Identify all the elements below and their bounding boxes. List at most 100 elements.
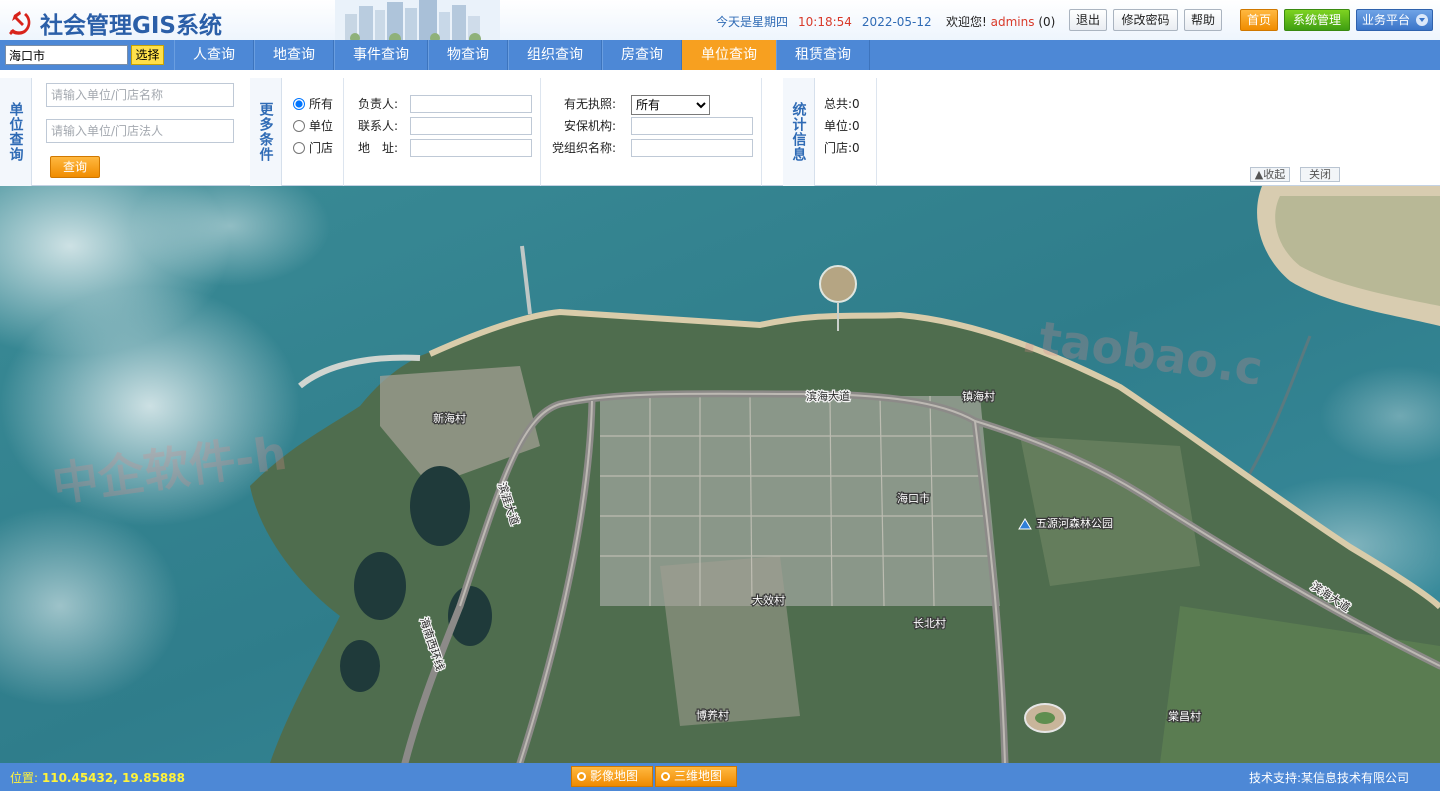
radio-all[interactable]: 所有: [293, 95, 333, 112]
username[interactable]: admins: [991, 15, 1035, 29]
unit-name-input[interactable]: [46, 83, 234, 107]
radio-unit-input[interactable]: [293, 119, 305, 132]
security-agency-label: 安保机构:: [563, 119, 616, 133]
unit-query-section-label: 单位查询: [0, 78, 32, 186]
weekday-text: 今天是星期四: [716, 15, 789, 29]
stat-total-label: 总共:: [824, 97, 853, 111]
stat-unit-value: 0: [852, 119, 860, 133]
urban-core: [600, 396, 1000, 606]
current-date: 2022-05-12: [861, 15, 932, 29]
place-label-haikou: 海口市: [897, 491, 930, 505]
tab-organization-query[interactable]: 组织查询: [508, 40, 602, 70]
radio-store[interactable]: 门店: [293, 139, 333, 156]
more-conditions-title: 更多条件: [257, 102, 274, 162]
stat-total-value: 0: [852, 97, 860, 111]
map-canvas[interactable]: 中企软件-h .taobao.c 滨海大道 滨海大道 滨涯大道 海南西环线 新海…: [0, 186, 1440, 763]
satellite-map-label: 影像地图: [590, 769, 639, 783]
radio-store-input[interactable]: [293, 141, 305, 154]
business-platform-label: 业务平台: [1362, 13, 1411, 27]
place-label-zhenhai: 镇海村: [962, 389, 995, 403]
header-buildings-banner: [335, 0, 500, 40]
responsible-person-label: 负责人:: [357, 97, 398, 111]
stat-unit-label: 单位:: [824, 119, 853, 133]
position-value: 110.45432, 19.85888: [41, 771, 185, 785]
stadium-field: [1035, 712, 1055, 724]
satellite-map-button[interactable]: 影像地图: [571, 766, 653, 787]
unit-query-panel: 单位查询 查询 更多条件 所有 单位 门店 负责人: 联系人: 地 址: 有无执…: [0, 70, 1440, 186]
party-emblem-icon: [9, 11, 31, 35]
satellite-map[interactable]: 中企软件-h .taobao.c 滨海大道 滨海大道 滨涯大道 海南西环线 新海…: [0, 186, 1440, 763]
tab-person-query[interactable]: 人查询: [174, 40, 254, 70]
party-org-label: 党组织名称:: [551, 141, 616, 155]
stats-section-label: 统计信息: [783, 78, 815, 186]
radio-unit-label: 单位: [309, 119, 334, 133]
collapse-label: 收起: [1263, 168, 1286, 181]
tab-unit-query[interactable]: 单位查询: [682, 40, 776, 70]
status-bar: 位置: 110.45432, 19.85888 影像地图 三维地图 技术支持:某…: [0, 763, 1440, 791]
place-label-tangchang: 棠昌村: [1168, 709, 1201, 723]
query-tabs: 人查询 地查询 事件查询 物查询 组织查询 房查询 单位查询 租赁查询: [174, 40, 870, 70]
license-select[interactable]: 所有: [631, 95, 710, 115]
tab-house-query[interactable]: 房查询: [602, 40, 682, 70]
radio-store-label: 门店: [309, 141, 334, 155]
place-label-park: 五源河森林公园: [1036, 516, 1113, 530]
radio-dot-icon: [661, 772, 670, 781]
more-conditions-section-label: 更多条件: [250, 78, 282, 186]
logout-button[interactable]: 退出: [1069, 9, 1107, 31]
place-label-xinhai: 新海村: [433, 411, 466, 425]
cursor-position: 位置: 110.45432, 19.85888: [10, 769, 185, 786]
business-platform-dropdown[interactable]: 业务平台: [1356, 9, 1433, 31]
place-label-boyang: 博养村: [696, 708, 729, 722]
region-select-button[interactable]: 选择: [131, 45, 164, 65]
stat-unit: 单位:0: [824, 117, 860, 134]
help-button[interactable]: 帮助: [1184, 9, 1222, 31]
radio-dot-icon: [577, 772, 586, 781]
chevron-down-icon: [1416, 14, 1428, 26]
stat-store-value: 0: [852, 141, 860, 155]
divider: [343, 78, 344, 186]
divider: [876, 78, 877, 186]
position-label: 位置:: [10, 771, 39, 785]
artificial-island: [819, 265, 857, 303]
security-agency-field[interactable]: [631, 117, 753, 135]
radio-all-label: 所有: [309, 97, 334, 111]
stat-store: 门店:0: [824, 139, 860, 156]
tab-rental-query[interactable]: 租赁查询: [776, 40, 870, 70]
stat-store-label: 门店:: [824, 141, 853, 155]
stats-title: 统计信息: [790, 102, 807, 162]
home-button[interactable]: 首页: [1240, 9, 1278, 31]
query-button[interactable]: 查询: [50, 156, 100, 178]
welcome-message: 欢迎您! admins (0): [946, 13, 1055, 30]
user-message-count: (0): [1038, 15, 1056, 29]
unit-query-title: 单位查询: [7, 102, 24, 162]
close-panel-button[interactable]: 关闭: [1300, 167, 1340, 182]
collapse-button[interactable]: ▲收起: [1250, 167, 1290, 182]
contact-person-label: 联系人:: [357, 119, 398, 133]
divider: [761, 78, 762, 186]
3d-map-label: 三维地图: [674, 769, 723, 783]
tab-land-query[interactable]: 地查询: [254, 40, 334, 70]
welcome-label: 欢迎您!: [946, 15, 987, 29]
license-label: 有无执照:: [563, 97, 616, 111]
address-label: 地 址:: [357, 141, 398, 155]
radio-unit[interactable]: 单位: [293, 117, 333, 134]
tech-support-text: 技术支持:某信息技术有限公司: [1248, 771, 1409, 785]
responsible-person-field[interactable]: [410, 95, 532, 113]
app-header: 社会管理GIS系统 今天是星期四 10:18:54 2022-05-12 欢迎您! …: [0, 0, 1440, 40]
radio-all-input[interactable]: [293, 97, 305, 110]
address-field[interactable]: [410, 139, 532, 157]
3d-map-button[interactable]: 三维地图: [655, 766, 737, 787]
change-password-button[interactable]: 修改密码: [1113, 9, 1178, 31]
unit-legal-person-input[interactable]: [46, 119, 234, 143]
app-logo: 社会管理GIS系统: [6, 6, 222, 40]
collapse-arrow-icon: ▲: [1254, 168, 1264, 181]
party-org-field[interactable]: [631, 139, 753, 157]
region-input[interactable]: [5, 45, 128, 65]
road-label-binhai: 滨海大道: [806, 389, 850, 403]
main-nav-bar: 选择 人查询 地查询 事件查询 物查询 组织查询 房查询 单位查询 租赁查询: [0, 40, 1440, 70]
contact-person-field[interactable]: [410, 117, 532, 135]
tab-event-query[interactable]: 事件查询: [334, 40, 428, 70]
system-admin-button[interactable]: 系统管理: [1284, 9, 1350, 31]
stat-total: 总共:0: [824, 95, 860, 112]
tab-object-query[interactable]: 物查询: [428, 40, 508, 70]
